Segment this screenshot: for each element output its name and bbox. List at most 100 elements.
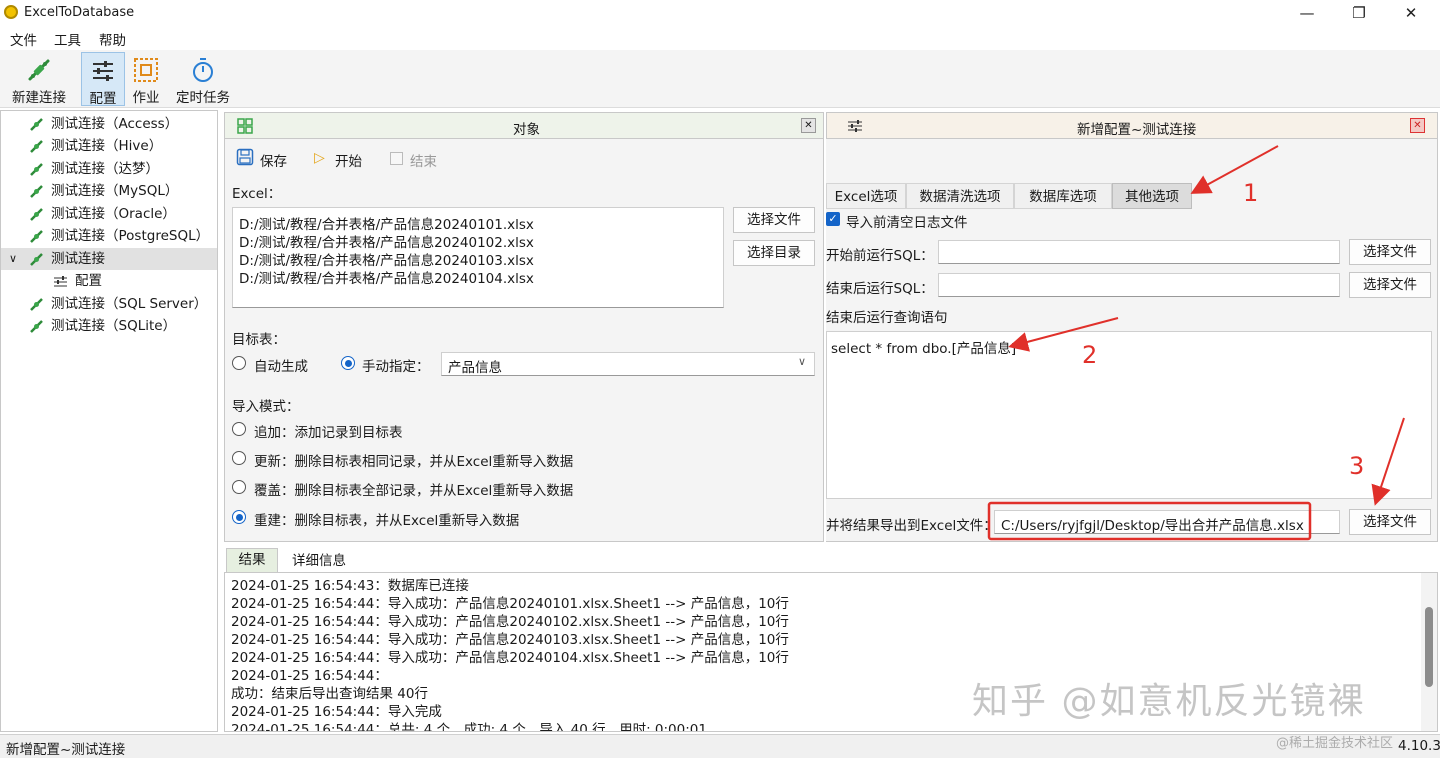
- new-connection-button[interactable]: 新建连接: [6, 52, 72, 106]
- query-textarea[interactable]: select * from dbo.[产品信息]: [826, 331, 1432, 499]
- play-icon: ▷: [314, 150, 325, 166]
- tree-item-postgresql[interactable]: 测试连接（PostgreSQL）: [1, 225, 217, 247]
- plug-icon: [30, 208, 43, 221]
- tab-data-cleaning[interactable]: 数据清洗选项: [906, 183, 1014, 209]
- close-button[interactable]: ✕: [1388, 0, 1434, 26]
- log-line: 2024-01-25 16:54:44：导入成功：产品信息20240101.xl…: [231, 596, 789, 612]
- target-table-select[interactable]: 产品信息 ∨: [441, 352, 815, 376]
- log-line: 2024-01-25 16:54:44：: [231, 668, 388, 684]
- mode-update-label: 更新：删除目标表相同记录，并从Excel重新导入数据: [254, 454, 574, 470]
- tree-item-access[interactable]: 测试连接（Access）: [1, 113, 217, 135]
- mode-append-radio[interactable]: [232, 422, 246, 436]
- title-bar: ExcelToDatabase — ❐ ✕: [0, 0, 1440, 26]
- job-icon: [134, 58, 158, 82]
- tree-item-dameng[interactable]: 测试连接（达梦）: [1, 158, 217, 180]
- target-label: 目标表：: [232, 332, 286, 348]
- export-select-file-button[interactable]: 选择文件: [1349, 509, 1431, 535]
- plug-icon: [30, 230, 43, 243]
- tab-other-options[interactable]: 其他选项: [1112, 183, 1192, 209]
- close-icon[interactable]: ✕: [1410, 118, 1425, 133]
- export-path-value: C:/Users/ryjfgjl/Desktop/导出合并产品信息.xlsx: [1001, 518, 1304, 534]
- tab-results[interactable]: 结果: [226, 548, 278, 572]
- auto-gen-radio[interactable]: [232, 356, 246, 370]
- chevron-down-icon[interactable]: ∨: [9, 248, 17, 270]
- list-item: D:/测试/教程/合并表格/产品信息20240101.xlsx: [239, 217, 534, 233]
- start-button[interactable]: 开始: [335, 150, 362, 170]
- tab-details[interactable]: 详细信息: [282, 548, 356, 572]
- annotation-number-3: 3: [1349, 452, 1365, 480]
- pre-sql-input[interactable]: [938, 240, 1340, 264]
- tree-item-label: 测试连接（SQLite）: [51, 318, 177, 334]
- grid-icon: [237, 118, 253, 134]
- plug-icon: [30, 185, 43, 198]
- save-button[interactable]: 保存: [260, 150, 287, 170]
- tree-item-oracle[interactable]: 测试连接（Oracle）: [1, 203, 217, 225]
- mode-update-radio[interactable]: [232, 451, 246, 465]
- plug-icon: [28, 59, 50, 81]
- new-connection-label: 新建连接: [12, 90, 66, 106]
- log-line: 2024-01-25 16:54:43：数据库已连接: [231, 578, 469, 594]
- results-tabs: 结果 详细信息: [224, 546, 1438, 572]
- tree-item-mysql[interactable]: 测试连接（MySQL）: [1, 180, 217, 202]
- tree-item-sqlserver[interactable]: 测试连接（SQL Server）: [1, 293, 217, 315]
- stop-checkbox[interactable]: [390, 152, 403, 165]
- config-label: 配置: [89, 91, 117, 107]
- tree-item-sqlite[interactable]: 测试连接（SQLite）: [1, 315, 217, 337]
- end-button[interactable]: 结束: [410, 150, 437, 170]
- query-text: select * from dbo.[产品信息]: [831, 341, 1017, 357]
- tree-item-label: 配置: [75, 273, 102, 289]
- select-dir-button[interactable]: 选择目录: [733, 240, 815, 266]
- object-panel-title: 对象: [513, 122, 540, 138]
- tab-excel-options[interactable]: Excel选项: [826, 183, 906, 209]
- mode-append-label: 追加：添加记录到目标表: [254, 425, 403, 441]
- schedule-button[interactable]: 定时任务: [172, 52, 234, 106]
- log-line: 2024-01-25 16:54:44：导入成功：产品信息20240103.xl…: [231, 632, 789, 648]
- export-path-input[interactable]: C:/Users/ryjfgjl/Desktop/导出合并产品信息.xlsx: [994, 510, 1340, 534]
- config-panel-title: 新增配置~测试连接: [1077, 122, 1197, 138]
- tree-item-label: 测试连接（Access）: [51, 116, 179, 132]
- menu-file[interactable]: 文件: [10, 29, 37, 49]
- mode-label: 导入模式：: [232, 399, 300, 415]
- scrollbar[interactable]: [1421, 573, 1437, 731]
- target-table-value: 产品信息: [448, 360, 502, 376]
- tree-item-label: 测试连接（SQL Server）: [51, 296, 208, 312]
- tree-item-label: 测试连接: [51, 251, 105, 267]
- excel-file-list[interactable]: D:/测试/教程/合并表格/产品信息20240101.xlsx D:/测试/教程…: [232, 207, 724, 308]
- post-sql-input[interactable]: [938, 273, 1340, 297]
- menu-tools[interactable]: 工具: [54, 29, 81, 49]
- tree-item-config[interactable]: 配置: [1, 270, 217, 292]
- clear-log-checkbox[interactable]: ✓: [826, 212, 840, 226]
- config-button[interactable]: 配置: [81, 52, 125, 107]
- window-title: ExcelToDatabase: [24, 5, 135, 20]
- chevron-down-icon: ∨: [798, 355, 807, 368]
- plug-icon: [30, 320, 43, 333]
- mode-rebuild-radio[interactable]: [232, 510, 246, 524]
- tree-item-label: 测试连接（MySQL）: [51, 183, 179, 199]
- maximize-button[interactable]: ❐: [1336, 0, 1382, 26]
- plug-icon: [30, 140, 43, 153]
- minimize-button[interactable]: —: [1284, 0, 1330, 26]
- close-icon[interactable]: ✕: [801, 118, 816, 133]
- post-sql-select-file-button[interactable]: 选择文件: [1349, 272, 1431, 298]
- pre-sql-select-file-button[interactable]: 选择文件: [1349, 239, 1431, 265]
- auto-gen-label: 自动生成: [254, 359, 308, 375]
- status-bar: 新增配置~测试连接 4.10.3: [0, 734, 1440, 758]
- watermark-text: 知乎 @如意机反光镜裸: [972, 681, 1366, 722]
- tab-database-options[interactable]: 数据库选项: [1014, 183, 1112, 209]
- log-line: 2024-01-25 16:54:44：导入成功：产品信息20240102.xl…: [231, 614, 789, 630]
- log-line: 2024-01-25 16:54:44：导入成功：产品信息20240104.xl…: [231, 650, 789, 666]
- plug-icon: [30, 253, 43, 266]
- menu-help[interactable]: 帮助: [99, 29, 126, 49]
- mode-rebuild-label: 重建：删除目标表，并从Excel重新导入数据: [254, 513, 520, 529]
- select-file-button[interactable]: 选择文件: [733, 207, 815, 233]
- app-icon: [4, 5, 18, 19]
- tree-item-label: 测试连接（达梦）: [51, 161, 159, 177]
- tree-item-test-connection[interactable]: ∨ 测试连接: [1, 248, 217, 270]
- manual-radio[interactable]: [341, 356, 355, 370]
- job-button[interactable]: 作业: [128, 52, 164, 106]
- watermark-corner-text: @稀土掘金技术社区: [1276, 736, 1394, 751]
- mode-overwrite-radio[interactable]: [232, 480, 246, 494]
- scrollbar-thumb[interactable]: [1425, 607, 1433, 687]
- log-line: 2024-01-25 16:54:44：导入完成: [231, 704, 442, 720]
- tree-item-hive[interactable]: 测试连接（Hive）: [1, 135, 217, 157]
